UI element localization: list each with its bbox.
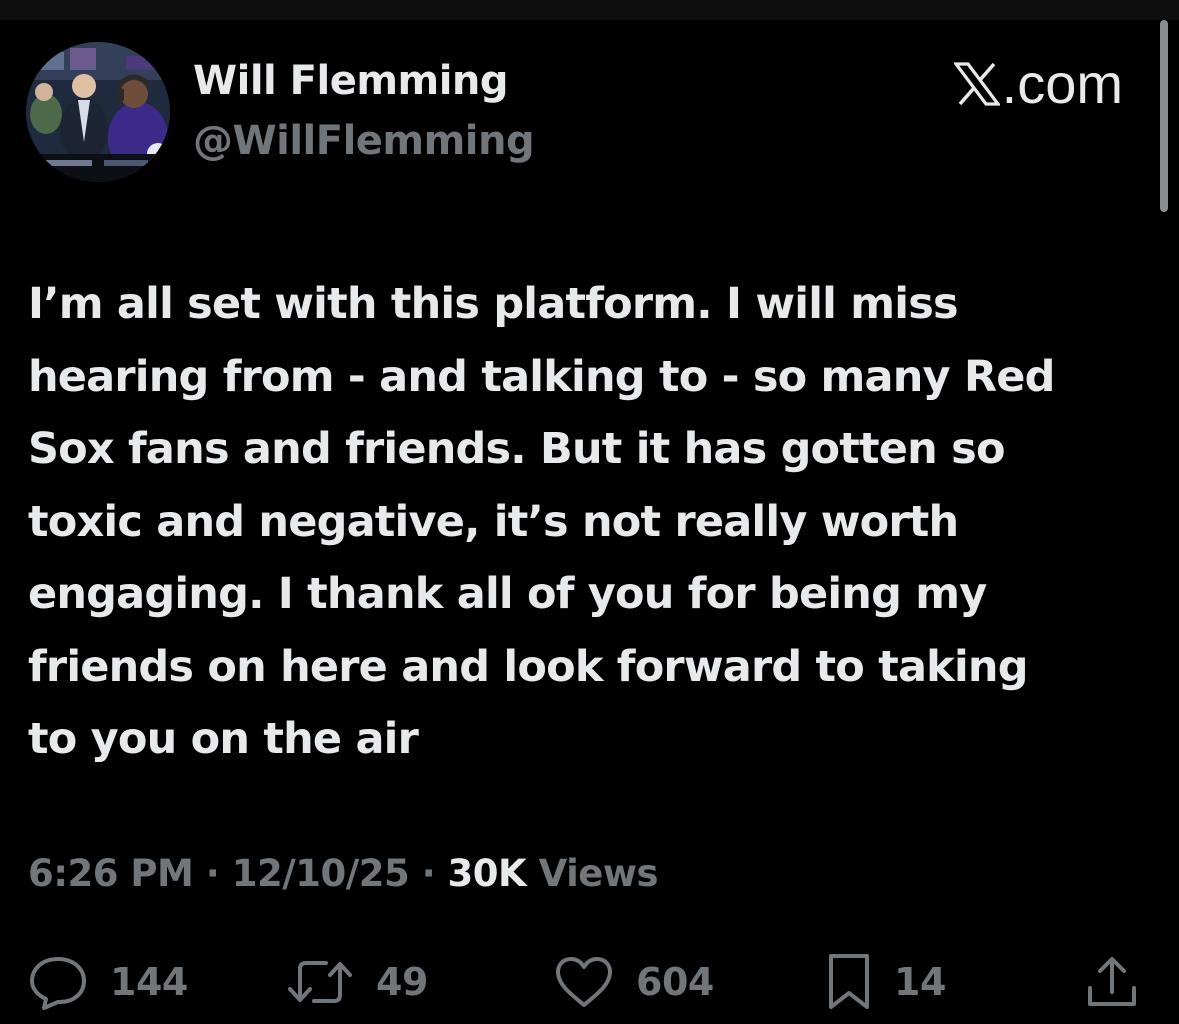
top-edge bbox=[0, 0, 1179, 20]
brand-watermark: .com bbox=[953, 52, 1123, 116]
x-logo-icon bbox=[953, 62, 1000, 106]
tweet-line: Sox fans and friends. But it has gotten … bbox=[28, 424, 1006, 474]
tweet-metadata: 6:26 PM · 12/10/25 · 30K Views bbox=[28, 852, 659, 895]
avatar-photo bbox=[26, 42, 170, 182]
meta-separator: · bbox=[205, 852, 220, 895]
heart-icon bbox=[554, 955, 614, 1009]
tweet-text: I’m all set with this platform. I will m… bbox=[28, 268, 1158, 776]
tweet-line: engaging. I thank all of you for being m… bbox=[28, 569, 987, 619]
share-button[interactable] bbox=[1084, 950, 1140, 1014]
repost-icon bbox=[286, 957, 354, 1007]
scrollbar[interactable] bbox=[1160, 20, 1168, 212]
views-count: 30K bbox=[447, 852, 527, 895]
reply-button[interactable]: 144 bbox=[28, 950, 188, 1014]
views-label: Views bbox=[538, 852, 659, 895]
tweet-line: to you on the air bbox=[28, 714, 419, 764]
share-icon bbox=[1084, 954, 1140, 1010]
tweet-line: I’m all set with this platform. I will m… bbox=[28, 279, 959, 329]
author-display-name[interactable]: Will Flemming bbox=[193, 58, 509, 104]
tweet-date[interactable]: 12/10/25 bbox=[232, 852, 410, 895]
reply-count: 144 bbox=[110, 960, 188, 1004]
tweet-line: toxic and negative, it’s not really wort… bbox=[28, 496, 959, 547]
tweet-line: friends on here and look forward to taki… bbox=[28, 641, 1029, 692]
like-count: 604 bbox=[636, 960, 714, 1004]
meta-separator: · bbox=[421, 852, 436, 895]
avatar[interactable] bbox=[26, 42, 170, 182]
reply-icon bbox=[28, 954, 88, 1010]
bookmark-icon bbox=[826, 952, 872, 1012]
tweet-time[interactable]: 6:26 PM bbox=[28, 852, 194, 895]
brand-domain-label: .com bbox=[1001, 52, 1123, 115]
action-bar: 144 49 604 14 bbox=[0, 950, 1179, 1014]
bookmark-button[interactable]: 14 bbox=[826, 950, 946, 1014]
repost-count: 49 bbox=[376, 960, 428, 1004]
repost-button[interactable]: 49 bbox=[286, 950, 428, 1014]
like-button[interactable]: 604 bbox=[554, 950, 714, 1014]
bookmark-count: 14 bbox=[894, 960, 946, 1004]
author-handle[interactable]: @WillFlemming bbox=[193, 118, 535, 164]
tweet-line: hearing from - and talking to - so many … bbox=[28, 351, 1055, 402]
